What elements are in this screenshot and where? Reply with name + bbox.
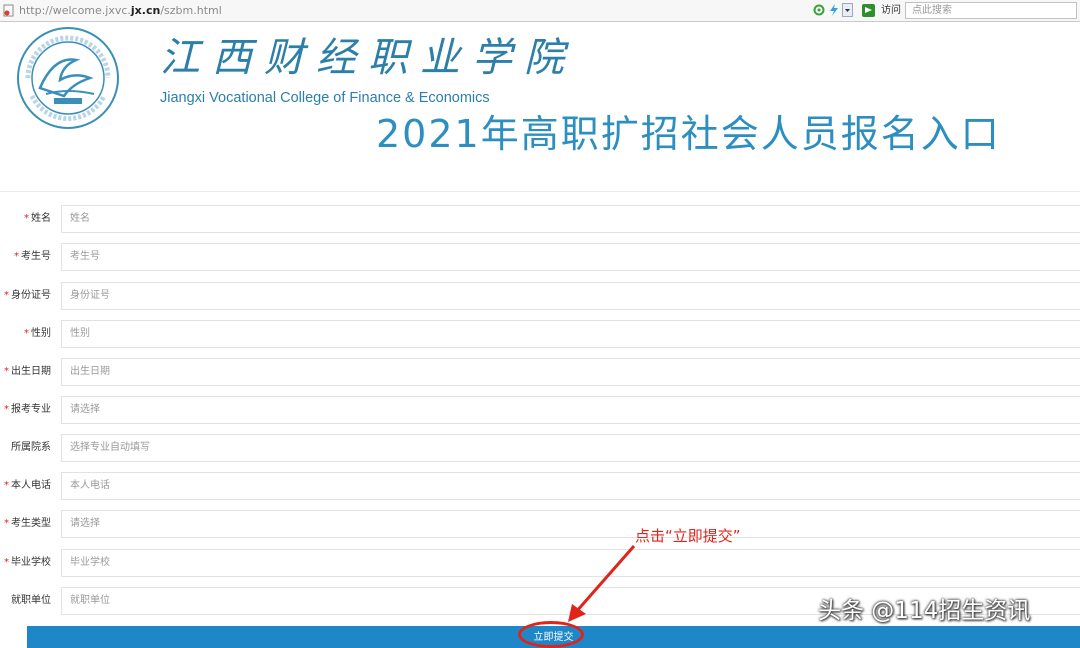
name-input[interactable]: 姓名 — [61, 205, 1080, 233]
required-mark: * — [4, 290, 9, 301]
required-mark: * — [4, 557, 9, 568]
form-row-id-number: * 身份证号 身份证号 — [0, 282, 1080, 310]
page-title: 2021年高职扩招社会人员报名入口 — [376, 112, 1001, 156]
page-header: 江西财经职业学院 Jiangxi Vocational College of F… — [0, 22, 1080, 192]
chevron-down-icon[interactable] — [842, 3, 853, 17]
form-row-department: 所属院系 选择专业自动填写 — [0, 434, 1080, 462]
form-row-candidate-type: * 考生类型 请选择 — [0, 510, 1080, 538]
college-name-en: Jiangxi Vocational College of Finance & … — [160, 90, 490, 106]
required-mark: * — [4, 480, 9, 491]
form-row-major: * 报考专业 请选择 — [0, 396, 1080, 424]
exam-number-input[interactable]: 考生号 — [61, 243, 1080, 271]
field-label: * 毕业学校 — [4, 557, 51, 568]
field-label: * 出生日期 — [4, 366, 51, 377]
field-label: * 考生类型 — [4, 518, 51, 529]
refresh-icon[interactable] — [812, 3, 826, 17]
form-row-phone: * 本人电话 本人电话 — [0, 472, 1080, 500]
phone-input[interactable]: 本人电话 — [61, 472, 1080, 500]
required-mark: * — [24, 213, 29, 224]
search-input[interactable]: 点此搜索 — [905, 2, 1077, 19]
url-field[interactable]: http://welcome.jxvc.jx.cn/szbm.html — [19, 3, 222, 19]
field-label: 所属院系 — [11, 442, 51, 453]
visit-button[interactable]: 访问 — [862, 3, 904, 19]
browser-address-bar: http://welcome.jxvc.jx.cn/szbm.html 访问 点… — [0, 0, 1080, 22]
required-mark: * — [4, 404, 9, 415]
field-label: * 报考专业 — [4, 404, 51, 415]
birth-date-input[interactable]: 出生日期 — [61, 358, 1080, 386]
required-mark: * — [4, 518, 9, 529]
field-label: * 身份证号 — [4, 290, 51, 301]
submit-highlight-circle — [518, 621, 584, 648]
form-row-birth-date: * 出生日期 出生日期 — [0, 358, 1080, 386]
field-label: * 姓名 — [24, 213, 51, 224]
field-label: * 性别 — [24, 328, 51, 339]
id-number-input[interactable]: 身份证号 — [61, 282, 1080, 310]
required-mark: * — [24, 328, 29, 339]
department-input[interactable]: 选择专业自动填写 — [61, 434, 1080, 462]
field-label: 就职单位 — [11, 595, 51, 606]
form-row-name: * 姓名 姓名 — [0, 205, 1080, 233]
form-row-school: * 毕业学校 毕业学校 — [0, 549, 1080, 577]
college-logo — [17, 27, 119, 129]
required-mark: * — [14, 251, 19, 262]
required-mark: * — [4, 366, 9, 377]
field-label: * 本人电话 — [4, 480, 51, 491]
annotation-arrow-icon — [568, 545, 636, 622]
header-divider — [0, 191, 1080, 192]
page-icon — [3, 4, 14, 17]
watermark: 头条 @114招生资讯 — [818, 598, 1031, 624]
candidate-type-select[interactable]: 请选择 — [61, 510, 1080, 538]
go-arrow-icon — [862, 4, 875, 17]
lightning-icon[interactable] — [827, 3, 841, 17]
college-name-cn: 江西财经职业学院 — [160, 35, 576, 81]
major-select[interactable]: 请选择 — [61, 396, 1080, 424]
annotation-text: 点击“立即提交” — [635, 527, 741, 545]
form-row-exam-number: * 考生号 考生号 — [0, 243, 1080, 271]
gender-input[interactable]: 性别 — [61, 320, 1080, 348]
field-label: * 考生号 — [14, 251, 51, 262]
form-row-gender: * 性别 性别 — [0, 320, 1080, 348]
